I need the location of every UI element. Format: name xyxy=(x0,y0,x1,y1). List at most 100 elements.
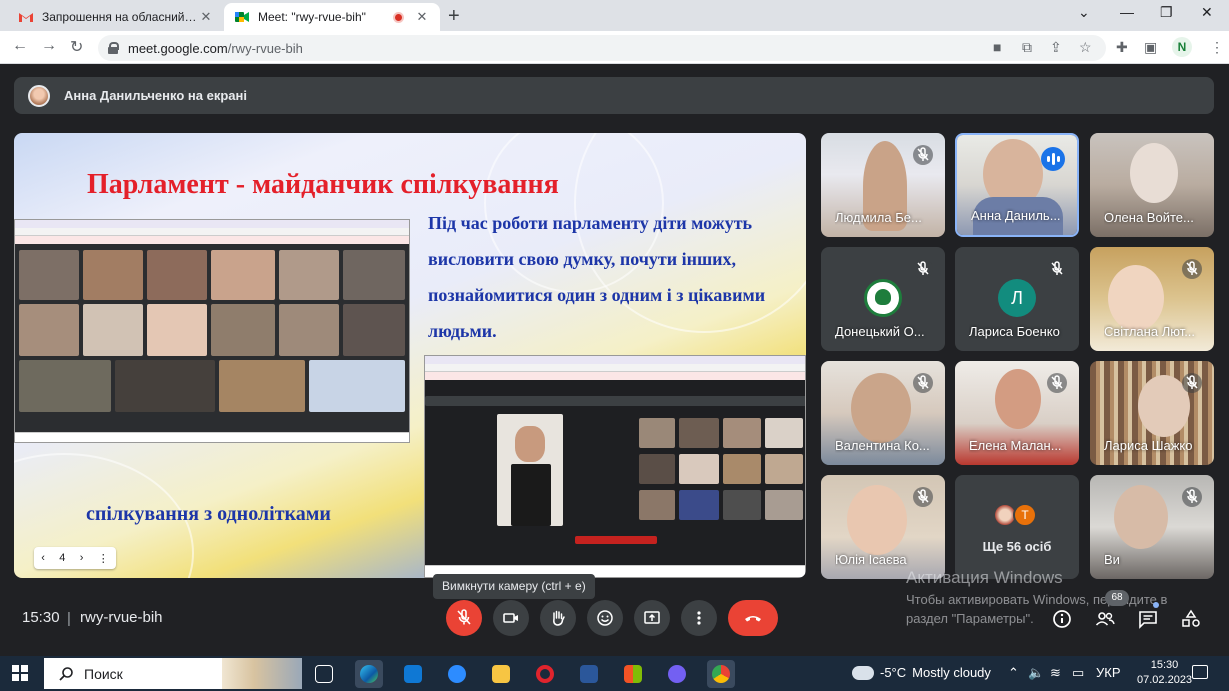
keyboard-icon[interactable]: ▭ xyxy=(1072,665,1084,681)
participant-name: Анна Даниль... xyxy=(971,208,1061,223)
participant-tile[interactable]: Елена Малан... xyxy=(955,361,1079,465)
leave-call-button[interactable] xyxy=(728,600,778,636)
camera-icon xyxy=(503,613,518,623)
info-icon xyxy=(1053,610,1071,628)
camera-toggle-button[interactable] xyxy=(493,600,529,636)
task-view-icon[interactable] xyxy=(310,660,338,688)
more-participants-tile[interactable]: T Ще 56 осіб xyxy=(955,475,1079,579)
emoji-icon xyxy=(597,610,613,626)
people-button[interactable] xyxy=(1094,608,1116,630)
next-slide-icon[interactable]: › xyxy=(80,552,84,564)
participant-tile[interactable]: Лариса Шажко xyxy=(1090,361,1214,465)
wifi-icon[interactable]: ≋ xyxy=(1050,665,1061,681)
url-host: meet.google.com xyxy=(128,40,228,56)
self-tile[interactable]: Ви xyxy=(1090,475,1214,579)
chat-button[interactable] xyxy=(1137,608,1159,630)
participant-tile[interactable]: Анна Даниль... xyxy=(955,133,1079,237)
muted-mic-icon xyxy=(1047,373,1067,393)
slide-pager: ‹ 4 › ⋮ xyxy=(34,547,116,569)
weather-text: Mostly cloudy xyxy=(912,665,991,680)
cloudy-icon xyxy=(852,660,874,680)
lock-icon xyxy=(108,42,119,54)
opera-app-icon[interactable] xyxy=(531,660,559,688)
zoom-app-icon[interactable] xyxy=(443,660,471,688)
system-clock[interactable]: 15:30 07.02.2023 xyxy=(1137,658,1192,688)
chrome-app-icon[interactable] xyxy=(707,660,735,688)
participant-name: Лариса Шажко xyxy=(1104,438,1193,453)
reactions-button[interactable] xyxy=(587,600,623,636)
address-bar[interactable]: meet.google.com/rwy-rvue-bih xyxy=(98,35,1106,61)
muted-mic-icon xyxy=(1182,487,1202,507)
slide-screenshot-speaker xyxy=(424,355,806,578)
tab-search-icon[interactable]: ⌄ xyxy=(1078,4,1090,21)
profile-avatar[interactable]: N xyxy=(1172,37,1192,57)
store-app-icon[interactable] xyxy=(619,660,647,688)
raise-hand-button[interactable] xyxy=(540,600,576,636)
people-count-badge: 68 xyxy=(1105,590,1129,606)
presenting-banner: Анна Данильченко на екрані xyxy=(14,77,1214,114)
notifications-icon[interactable] xyxy=(1192,665,1208,679)
more-vert-icon xyxy=(697,611,701,625)
microphone-toggle-button[interactable] xyxy=(446,600,482,636)
reload-icon[interactable]: ↻ xyxy=(70,37,83,57)
translate-icon[interactable]: ⧉ xyxy=(1022,39,1032,56)
tray-chevron-icon[interactable]: ⌃ xyxy=(1008,665,1019,681)
participant-name: Юлія Ісаєва xyxy=(835,552,907,567)
participant-name: Світлана Лют... xyxy=(1104,324,1196,339)
prev-slide-icon[interactable]: ‹ xyxy=(41,552,45,564)
weather-widget[interactable]: -5°C Mostly cloudy xyxy=(852,660,991,680)
system-date: 07.02.2023 xyxy=(1137,674,1193,686)
activities-button[interactable] xyxy=(1180,608,1202,630)
participant-name: Олена Войте... xyxy=(1104,210,1194,225)
participant-tile[interactable]: Людмила Бе... xyxy=(821,133,945,237)
presentation-slide: Парламент - майданчик спілкування Під ча… xyxy=(14,133,806,578)
taskbar-search[interactable]: Поиск xyxy=(44,658,302,689)
presenting-text: Анна Данильченко на екрані xyxy=(64,88,247,103)
side-panel-icon[interactable]: ▣ xyxy=(1144,39,1157,56)
forward-icon[interactable]: → xyxy=(41,37,57,55)
muted-mic-icon xyxy=(913,145,933,165)
menu-kebab-icon[interactable]: ⋮ xyxy=(1210,39,1224,56)
file-explorer-icon[interactable] xyxy=(487,660,515,688)
mail-app-icon[interactable] xyxy=(399,660,427,688)
presenter-avatar xyxy=(28,84,50,107)
restore-icon[interactable]: ❐ xyxy=(1160,4,1173,21)
organization-logo xyxy=(864,279,902,317)
participant-tile[interactable]: Донецький О... xyxy=(821,247,945,351)
camera-indicator-icon[interactable]: ■ xyxy=(993,39,1001,55)
share-icon[interactable]: ⇪ xyxy=(1050,39,1062,56)
windows-start-icon[interactable] xyxy=(12,665,28,681)
close-tab-icon[interactable]: ✕ xyxy=(198,9,214,25)
more-participants-avatars: T xyxy=(993,503,1037,527)
viber-app-icon[interactable] xyxy=(663,660,691,688)
back-icon[interactable]: ← xyxy=(12,37,28,55)
slide-title: Парламент - майданчик спілкування xyxy=(87,169,559,200)
extensions-icon[interactable]: ✚ xyxy=(1116,39,1128,56)
participant-tile[interactable]: Світлана Лют... xyxy=(1090,247,1214,351)
participant-name: Елена Малан... xyxy=(969,438,1062,453)
tab-meet[interactable]: Meet: "rwy-rvue-bih" ✕ xyxy=(224,3,440,31)
participant-tile[interactable]: Олена Войте... xyxy=(1090,133,1214,237)
slide-more-icon[interactable]: ⋮ xyxy=(98,552,109,565)
language-indicator[interactable]: УКР xyxy=(1096,665,1121,680)
bookmark-star-icon[interactable]: ☆ xyxy=(1079,39,1092,56)
meeting-details-button[interactable] xyxy=(1051,608,1073,630)
present-icon xyxy=(644,611,660,624)
gmail-icon xyxy=(19,13,33,22)
participant-tile[interactable]: Л Лариса Боенко xyxy=(955,247,1079,351)
word-app-icon[interactable] xyxy=(575,660,603,688)
present-screen-button[interactable] xyxy=(634,600,670,636)
minimize-icon[interactable]: — xyxy=(1120,4,1134,20)
participant-tile[interactable]: Юлія Ісаєва xyxy=(821,475,945,579)
muted-mic-icon xyxy=(913,259,933,279)
volume-icon[interactable]: 🔈 xyxy=(1028,665,1044,681)
participant-tile[interactable]: Валентина Ко... xyxy=(821,361,945,465)
edge-app-icon[interactable] xyxy=(355,660,383,688)
slide-page-number: 4 xyxy=(59,552,66,564)
camera-tooltip: Вимкнути камеру (ctrl + e) xyxy=(433,574,595,599)
close-tab-icon[interactable]: ✕ xyxy=(414,9,430,25)
tab-gmail[interactable]: Запрошення на обласний семі ✕ xyxy=(8,3,224,31)
new-tab-icon[interactable]: + xyxy=(448,5,460,28)
close-window-icon[interactable]: ✕ xyxy=(1201,4,1213,21)
more-options-button[interactable] xyxy=(681,600,717,636)
